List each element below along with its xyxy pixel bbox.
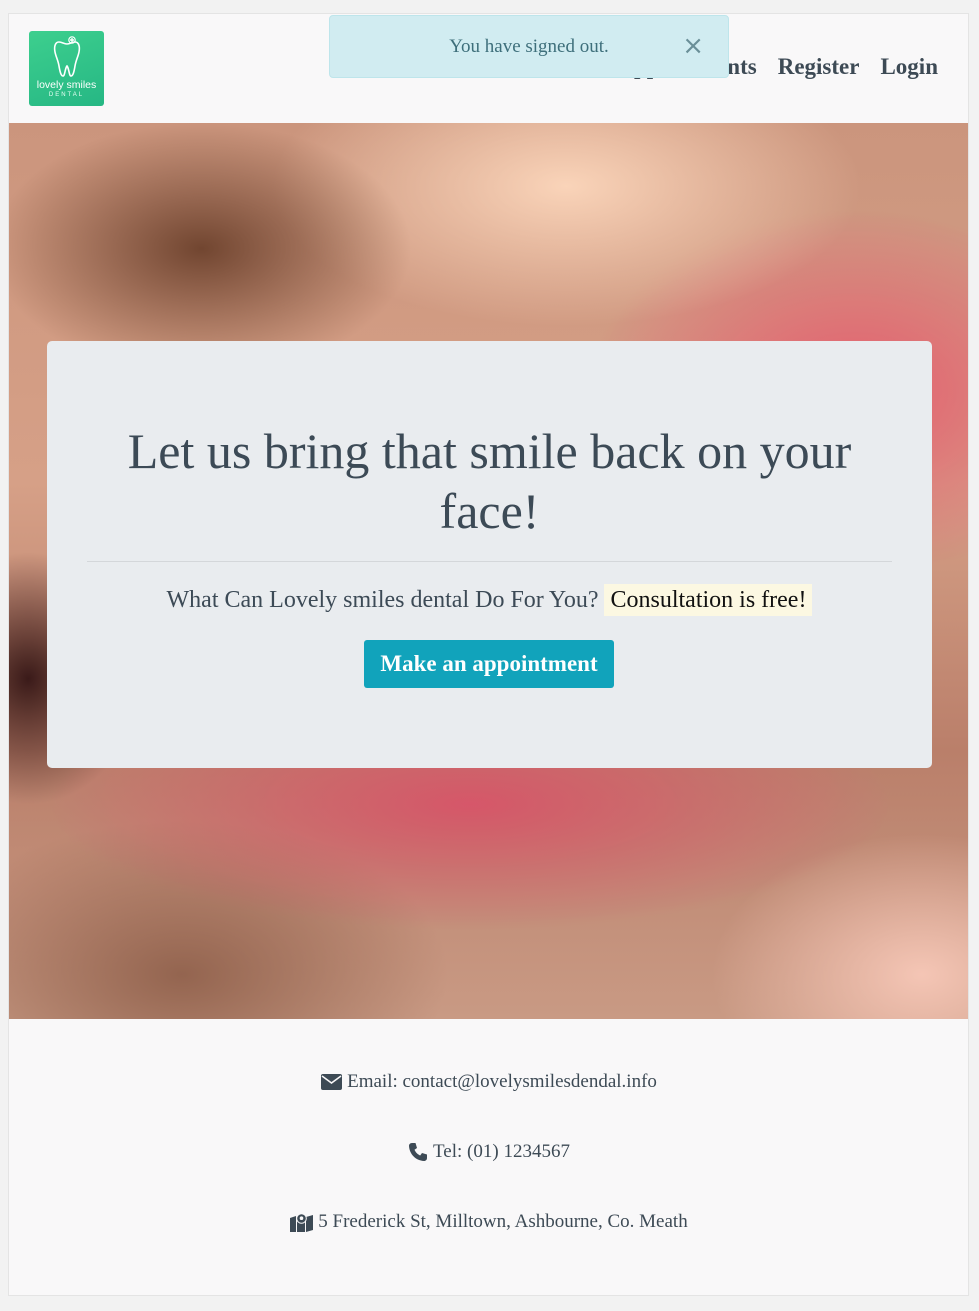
brand-logo[interactable]: lovely smiles DENTAL: [29, 31, 104, 106]
address-text: 5 Frederick St, Milltown, Ashbourne, Co.…: [318, 1211, 688, 1232]
signed-out-alert: You have signed out. ×: [329, 15, 729, 78]
tooth-icon: [53, 36, 80, 77]
hero-banner: Let us bring that smile back on your fac…: [9, 123, 968, 1019]
close-icon[interactable]: ×: [682, 31, 704, 61]
contact-tel: Tel: (01) 1234567: [39, 1141, 939, 1163]
contact-email: Email: contact@lovelysmilesdendal.info: [39, 1071, 939, 1093]
tel-text[interactable]: Tel: (01) 1234567: [433, 1141, 570, 1163]
jumbotron: Let us bring that smile back on your fac…: [47, 341, 932, 768]
hero-title: Let us bring that smile back on your fac…: [127, 423, 852, 539]
contact-section: Email: contact@lovelysmilesdendal.info T…: [39, 1021, 939, 1295]
divider: [87, 561, 892, 562]
nav-link-register[interactable]: Register: [778, 54, 860, 80]
page: lovely smiles DENTAL Appointments Regist…: [8, 13, 969, 1296]
alert-message: You have signed out.: [449, 35, 609, 57]
hero-lead-text: What Can Lovely smiles dental Do For You…: [166, 587, 599, 613]
free-consultation-highlight: Consultation is free!: [604, 584, 813, 616]
brand-subtitle: DENTAL: [48, 92, 85, 98]
brand-name: lovely smiles: [36, 79, 97, 91]
hero-lead: What Can Lovely smiles dental Do For You…: [47, 581, 932, 619]
envelope-icon: [321, 1074, 343, 1090]
nav-link-login[interactable]: Login: [880, 54, 938, 80]
contact-address: 5 Frederick St, Milltown, Ashbourne, Co.…: [39, 1211, 939, 1233]
map-marker-icon: [290, 1212, 314, 1232]
email-text[interactable]: Email: contact@lovelysmilesdendal.info: [347, 1071, 657, 1093]
phone-icon: [409, 1143, 428, 1161]
make-appointment-button[interactable]: Make an appointment: [364, 640, 614, 688]
